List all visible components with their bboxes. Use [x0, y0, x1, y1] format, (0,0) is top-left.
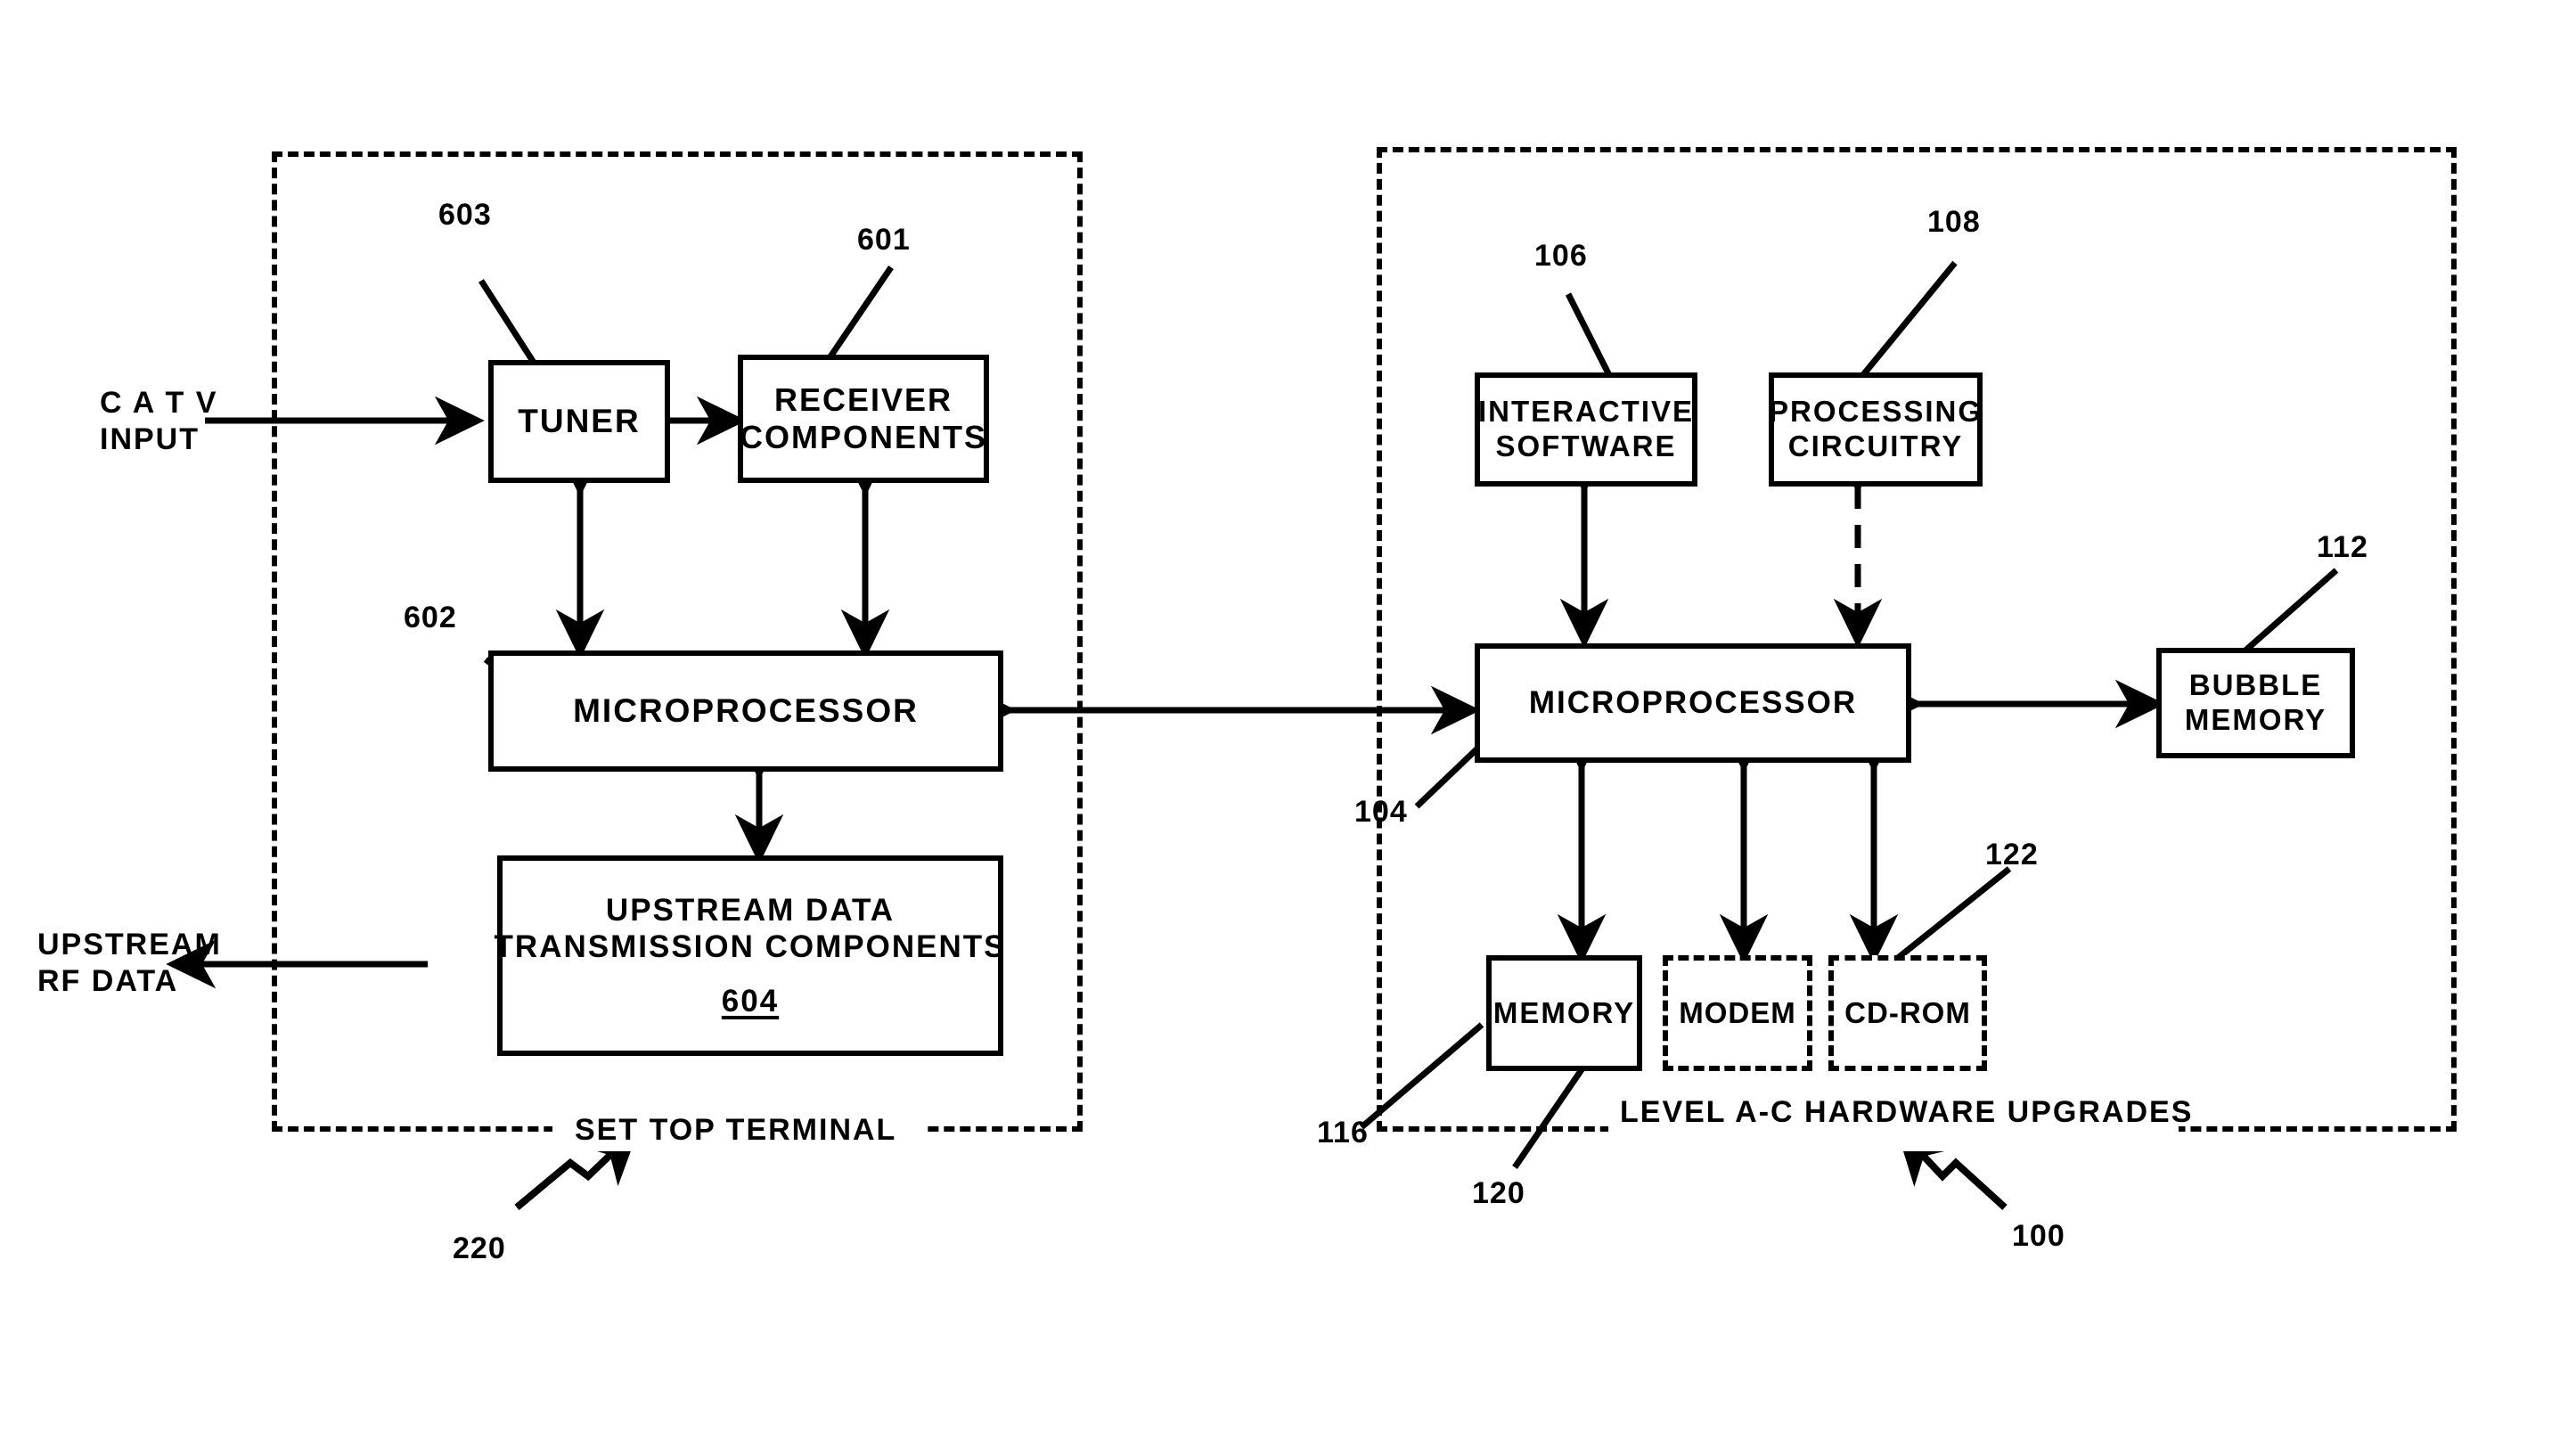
upstream-rf-line1: UPSTREAM [37, 928, 222, 961]
cdrom-label: CD-ROM [1844, 996, 1971, 1029]
upstream-data-transmission-components-block[interactable]: UPSTREAM DATA TRANSMISSION COMPONENTS 60… [495, 855, 1004, 1056]
ref-106: 106 [1534, 239, 1588, 273]
processing-circuitry-label-line1: PROCESSING [1768, 395, 1983, 429]
microprocessor-left-label: MICROPROCESSOR [573, 692, 919, 730]
tuner-label: TUNER [518, 403, 641, 440]
bubble-memory-label-line2: MEMORY [2184, 703, 2327, 736]
tuner-block[interactable]: TUNER [488, 360, 670, 483]
microprocessor-left-block[interactable]: MICROPROCESSOR [488, 650, 1003, 772]
ref-603: 603 [438, 198, 492, 232]
ref-220: 220 [453, 1231, 506, 1265]
ref-122: 122 [1985, 838, 2039, 871]
modem-block[interactable]: MODEM [1663, 955, 1812, 1071]
ref-100: 100 [2012, 1219, 2065, 1253]
level-a-c-hardware-upgrades-caption: LEVEL A-C HARDWARE UPGRADES [1620, 1095, 2194, 1129]
catv-input-line2: INPUT [100, 422, 200, 457]
microprocessor-right-block[interactable]: MICROPROCESSOR [1475, 643, 1911, 763]
upstream-data-label-line1: UPSTREAM DATA [605, 892, 895, 928]
set-top-terminal-caption: SET TOP TERMINAL [575, 1113, 897, 1147]
bubble-memory-label-line1: BUBBLE [2188, 668, 2323, 702]
ref-112: 112 [2317, 530, 2368, 564]
cdrom-block[interactable]: CD-ROM [1828, 955, 1987, 1071]
upstream-rf-data-label: UPSTREAM RF DATA [37, 927, 222, 1001]
upstream-data-label-line2: TRANSMISSION COMPONENTS [494, 929, 1007, 964]
ref-120: 120 [1472, 1176, 1525, 1210]
upstream-rf-line2: RF DATA [37, 964, 179, 999]
catv-input-label: C A T V INPUT [100, 385, 217, 459]
upstream-data-ref-604: 604 [721, 984, 780, 1019]
interactive-software-block[interactable]: INTERACTIVE SOFTWARE [1475, 372, 1697, 487]
ref-104: 104 [1354, 795, 1408, 829]
bubble-memory-block[interactable]: BUBBLE MEMORY [2156, 648, 2355, 758]
ref-602: 602 [404, 601, 457, 634]
figure-canvas: TUNER RECEIVER COMPONENTS MICROPROCESSOR… [0, 0, 2576, 1448]
interactive-software-label-line2: SOFTWARE [1495, 429, 1677, 462]
memory-block[interactable]: MEMORY [1486, 955, 1642, 1071]
receiver-components-label-line2: COMPONENTS [740, 419, 988, 455]
ref-116: 116 [1317, 1116, 1369, 1149]
modem-label: MODEM [1679, 996, 1796, 1029]
receiver-components-block[interactable]: RECEIVER COMPONENTS [738, 355, 989, 483]
ref-601: 601 [857, 223, 911, 257]
catv-input-line1: C A T V [100, 386, 218, 420]
ref-108: 108 [1927, 205, 1981, 239]
processing-circuitry-block[interactable]: PROCESSING CIRCUITRY [1769, 372, 1983, 487]
interactive-software-label-line1: INTERACTIVE [1478, 395, 1695, 429]
memory-label: MEMORY [1492, 995, 1636, 1029]
receiver-components-label-line1: RECEIVER [773, 380, 953, 418]
microprocessor-right-label: MICROPROCESSOR [1528, 685, 1858, 721]
processing-circuitry-label-line2: CIRCUITRY [1787, 429, 1964, 462]
